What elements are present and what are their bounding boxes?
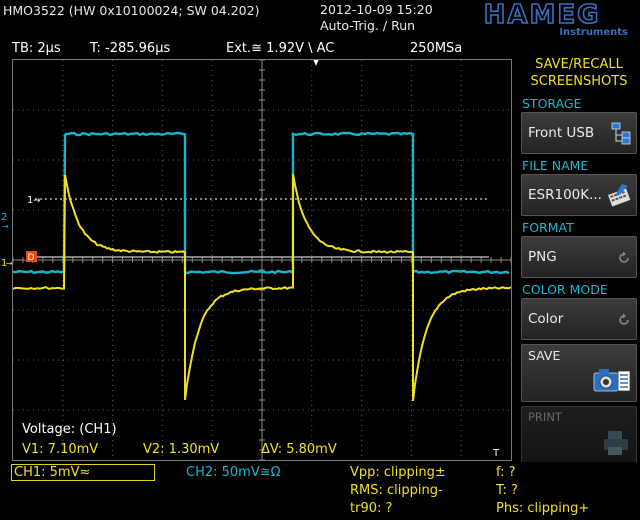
waveform-svg: 1 → D T <box>13 60 511 460</box>
rms-measure: RMS: clipping- <box>350 483 443 498</box>
top-bar: HMO3522 (HW 0x10100024; SW 04.202) 2012-… <box>0 0 640 38</box>
storage-title: STORAGE <box>522 96 582 111</box>
graticule-center-axes <box>13 60 511 460</box>
print-label: PRINT <box>528 410 562 424</box>
measure-v2: V2: 1.30mV <box>143 442 220 457</box>
storage-button[interactable]: Front USB <box>521 112 637 154</box>
ch2-arrow-icon: → <box>2 222 9 231</box>
measure-dv: ΔV: 5.80mV <box>261 442 337 457</box>
ch1-settings-box[interactable]: CH1: 5mV≈ <box>11 464 155 481</box>
format-value: PNG <box>528 249 557 265</box>
measure-title: Voltage: (CH1) <box>22 422 117 437</box>
sample-rate-readout: 250MSa <box>410 41 463 56</box>
model-info: HMO3522 (HW 0x10100024; SW 04.202) <box>3 3 260 18</box>
save-button[interactable]: SAVE <box>521 344 637 402</box>
menu-title-2: SCREENSHOTS <box>530 74 628 89</box>
format-button[interactable]: PNG <box>521 236 637 278</box>
save-label: SAVE <box>528 348 561 363</box>
trigger-position-marker <box>313 60 319 66</box>
brand-subtext: Instruments <box>559 27 628 37</box>
filename-title: FILE NAME <box>522 158 589 173</box>
status-row: TB: 2µs T: -285.96µs Ext.≅ 1.92V \ AC 25… <box>0 38 516 58</box>
phase-measure: Phs: clipping+ <box>496 501 590 516</box>
colormode-button[interactable]: Color <box>521 298 637 340</box>
filename-button[interactable]: ESR100K... <box>521 174 637 216</box>
measure-v1: V1: 7.10mV <box>22 442 99 457</box>
colormode-value: Color <box>528 311 564 327</box>
ch2-settings[interactable]: CH2: 50mV≅Ω <box>186 465 281 480</box>
hameg-logo: HAMEG Instruments <box>452 0 632 38</box>
print-button[interactable]: PRINT <box>521 406 637 464</box>
ch1-arrow-icon: → <box>6 259 13 268</box>
ch1-settings: CH1: 5mV≈ <box>14 465 91 480</box>
format-title: FORMAT <box>522 220 574 235</box>
edit-keyboard-icon <box>607 184 632 208</box>
rotate-cycle-icon <box>619 251 629 263</box>
timebase-readout[interactable]: TB: 2µs <box>12 41 61 56</box>
trigger-info-readout[interactable]: Ext.≅ 1.92V \ AC <box>226 41 334 56</box>
period-measure: T: ? <box>496 483 518 498</box>
filename-value: ESR100K... <box>528 187 602 203</box>
freq-measure: f: ? <box>496 465 516 480</box>
brand-text: HAMEG <box>484 1 601 30</box>
scope-display[interactable]: 1 → D T Voltage: (CH1) V1: 7.10mV V2: 1.… <box>12 59 512 461</box>
soft-menu: SAVE/RECALL SCREENSHOTS STORAGE Front US… <box>518 56 640 520</box>
usb-tree-icon <box>611 122 631 145</box>
colormode-title: COLOR MODE <box>522 282 608 297</box>
tr90-measure: tr90: ? <box>350 501 393 516</box>
trigger-time-readout[interactable]: T: -285.96µs <box>90 41 170 56</box>
bottom-bar: CH1: 5mV≈ CH2: 50mV≅Ω Vpp: clipping± RMS… <box>0 462 640 520</box>
cursor1-arrow: → <box>33 196 41 206</box>
rotate-cycle-icon <box>619 313 629 325</box>
vpp-measure: Vpp: clipping± <box>350 465 446 480</box>
ch2-trace <box>13 131 510 276</box>
camera-save-icon <box>593 369 631 392</box>
printer-icon <box>604 431 628 455</box>
storage-value: Front USB <box>528 125 595 141</box>
trigger-state: Auto-Trig. / Run <box>320 18 416 33</box>
datetime: 2012-10-09 15:20 <box>320 2 433 17</box>
ref-d-label: D <box>28 253 35 263</box>
menu-title-1: SAVE/RECALL <box>535 57 623 72</box>
trigger-t-marker: T <box>492 448 500 459</box>
